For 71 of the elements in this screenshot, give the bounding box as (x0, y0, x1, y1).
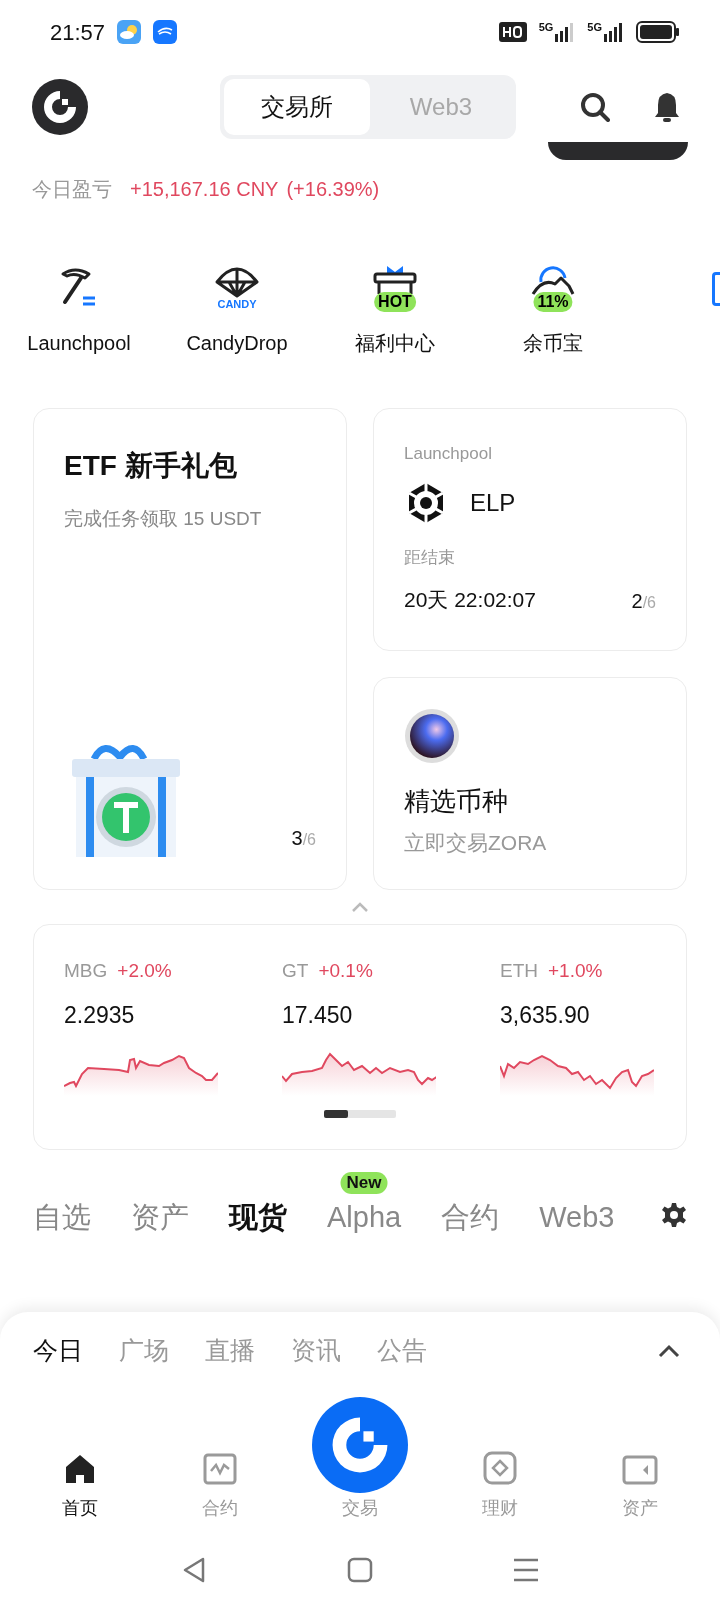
diamond-card-icon (483, 1451, 517, 1485)
signal-icon (555, 22, 576, 42)
pnl-percent: (+16.39%) (286, 177, 380, 202)
home-button-icon[interactable] (347, 1557, 373, 1583)
back-icon[interactable] (181, 1556, 207, 1584)
page-total: /6 (642, 593, 656, 611)
carousel-indicator (324, 1110, 396, 1118)
segment-tab[interactable]: 交易所 (224, 79, 370, 135)
price-label: 3,635.90 (500, 1000, 591, 1030)
featured-subtitle: 立即交易ZORA (404, 830, 548, 856)
promo-card[interactable]: ETF 新手礼包 完成任务领取 15 USDT 3/6 (33, 408, 347, 890)
menu-icon[interactable] (513, 1557, 539, 1583)
search-icon (580, 92, 610, 122)
page-counter: 3 (291, 827, 303, 849)
pnl-label: 今日盈亏 (32, 177, 112, 202)
card-label: Launchpool (404, 443, 493, 465)
page-total: /6 (302, 831, 316, 848)
market-item[interactable]: MBG +2.0% 2.2935 (64, 957, 218, 1096)
symbol-label: ETH (500, 959, 538, 983)
symbol-label: GT (282, 959, 309, 983)
wallet-icon (622, 1455, 658, 1485)
shortcut-item[interactable]: CANDY CandyDrop (158, 264, 316, 358)
app-notification-icon (153, 20, 178, 44)
bell-icon (654, 91, 680, 123)
countdown-timer: 20天 22:02:07 (404, 587, 536, 613)
network-type-label: 5G (538, 22, 554, 33)
shortcut-item[interactable]: Launchpool (0, 264, 158, 358)
change-label: +2.0% (117, 959, 172, 983)
feed-tab[interactable]: 今日 (33, 1332, 83, 1370)
settings-icon[interactable] (661, 1202, 687, 1228)
network-type-label: 5G (587, 22, 602, 33)
market-item[interactable]: GT +0.1% 17.450 (282, 957, 436, 1096)
change-label: +1.0% (548, 959, 603, 983)
change-label: +0.1% (318, 959, 373, 983)
price-label: 17.450 (282, 1000, 354, 1030)
market-tab[interactable]: Web3 (539, 1196, 615, 1240)
pnl-value: +15,167.16 CNY (130, 177, 279, 202)
featured-title: 精选币种 (404, 785, 509, 818)
home-icon (63, 1453, 97, 1485)
launchpool-card[interactable]: Launchpool ELP 距结束 20天 22:02:07 2/6 (373, 408, 687, 651)
promo-title: ETF 新手礼包 (64, 449, 238, 483)
nav-tab[interactable]: 首页 (10, 1453, 150, 1522)
coin-icon (404, 708, 460, 764)
logo-icon (32, 79, 88, 135)
price-label: 2.2935 (64, 1000, 136, 1030)
symbol-label: MBG (64, 959, 108, 983)
market-tab[interactable]: 自选 (33, 1196, 91, 1240)
page-counter: 2 (631, 589, 643, 612)
market-tab[interactable]: Alpha (327, 1196, 402, 1240)
clock-time: 21:57 (50, 18, 106, 47)
signal-icon (604, 22, 624, 42)
market-tab[interactable]: 现货 (229, 1196, 287, 1240)
new-badge: New (340, 1172, 388, 1194)
logo-icon (312, 1397, 408, 1493)
chart-icon (203, 1453, 237, 1485)
token-name: ELP (470, 487, 516, 518)
shortcut-item[interactable]: 11% 余币宝 (474, 264, 632, 358)
badge-label: HOT (374, 292, 416, 312)
countdown-label: 距结束 (404, 546, 456, 569)
badge-label: CANDY (217, 298, 257, 310)
market-item[interactable]: ETH +1.0% 3,635.90 (500, 957, 654, 1096)
market-tab[interactable]: 资产 (131, 1196, 189, 1240)
shortcut-item[interactable]: HOT 福利中心 (316, 264, 474, 358)
hd-call-icon (498, 22, 527, 42)
weather-app-icon (117, 20, 142, 44)
market-tab[interactable]: 合约 (441, 1196, 500, 1240)
battery-icon (636, 21, 680, 43)
promo-subtitle: 完成任务领取 15 USDT (64, 507, 263, 531)
badge-label: 11% (533, 292, 573, 312)
featured-card[interactable]: 精选币种 立即交易ZORA (373, 677, 687, 890)
chevron-up-icon[interactable] (657, 1344, 681, 1358)
